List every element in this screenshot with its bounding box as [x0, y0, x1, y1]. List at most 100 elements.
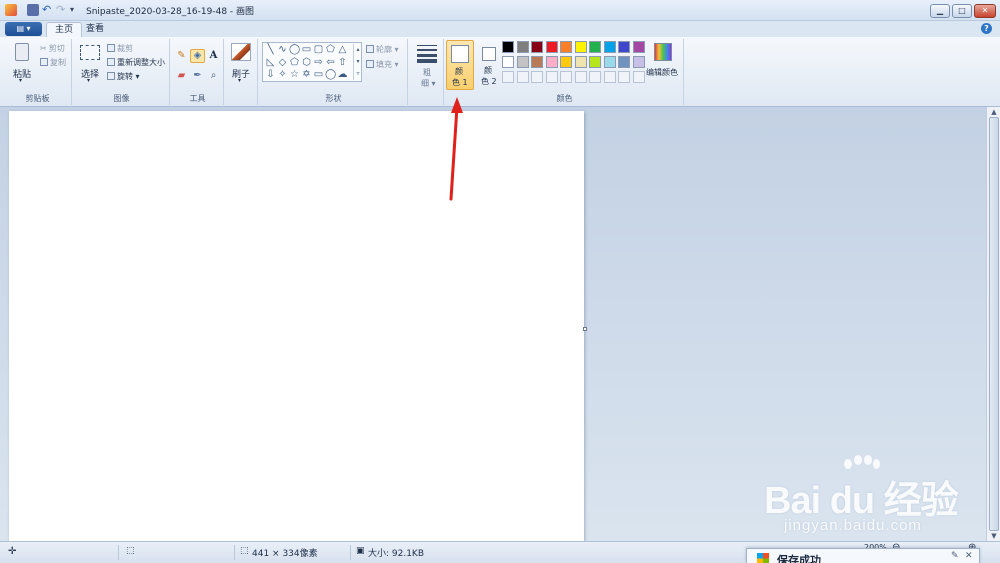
palette-swatch[interactable]: [531, 56, 543, 68]
pentagon-shape-icon[interactable]: ⬠: [289, 58, 300, 69]
toast-close-icon[interactable]: ✕: [965, 551, 973, 561]
callout-oval-shape-icon[interactable]: ◯: [325, 70, 336, 81]
palette-swatch[interactable]: [560, 41, 572, 53]
cut-button[interactable]: ✂ 剪切: [40, 43, 65, 54]
palette-swatch[interactable]: [632, 41, 645, 53]
rectangle-shape-icon[interactable]: ▭: [301, 45, 312, 56]
redo-icon[interactable]: ↷: [56, 4, 68, 16]
brush-button[interactable]: 刷子 ▾: [228, 41, 254, 87]
undo-icon[interactable]: ↶: [42, 4, 54, 16]
down-arrow-shape-icon[interactable]: ⇩: [265, 70, 276, 81]
help-icon[interactable]: ?: [981, 23, 992, 34]
paste-button[interactable]: 粘贴 ▾: [9, 41, 35, 84]
drawing-canvas[interactable]: [9, 111, 584, 541]
palette-swatch[interactable]: [618, 56, 630, 68]
color1-button[interactable]: 颜 色 1: [446, 40, 474, 90]
polygon-shape-icon[interactable]: ⬠: [325, 45, 336, 56]
line-shape-icon[interactable]: ╲: [265, 45, 276, 56]
custom-color-slot[interactable]: [632, 71, 645, 83]
callout-rect-shape-icon[interactable]: ▭: [313, 70, 324, 81]
custom-color-slot[interactable]: [618, 71, 630, 83]
windows-logo-icon: [757, 553, 769, 563]
palette-swatch[interactable]: [545, 56, 558, 68]
four-point-star-shape-icon[interactable]: ✧: [277, 70, 288, 81]
custom-color-slot[interactable]: [531, 71, 543, 83]
tab-view[interactable]: 查看: [78, 22, 112, 37]
scroll-down-icon[interactable]: ▼: [987, 531, 1000, 541]
size-button[interactable]: 粗 细 ▾: [413, 43, 441, 89]
rotate-button[interactable]: 旋转 ▾: [107, 71, 140, 82]
diamond-shape-icon[interactable]: ◇: [277, 58, 288, 69]
rounded-rectangle-shape-icon[interactable]: ▢: [313, 45, 324, 56]
vertical-scrollbar[interactable]: ▲ ▼: [986, 107, 1000, 541]
left-arrow-shape-icon[interactable]: ⇦: [325, 58, 336, 69]
magnifier-icon[interactable]: ⌕: [206, 69, 221, 83]
palette-swatch[interactable]: [560, 56, 572, 68]
custom-color-slot[interactable]: [603, 71, 616, 83]
five-point-star-shape-icon[interactable]: ☆: [289, 70, 300, 81]
quick-access-dropdown-icon[interactable]: ▾: [70, 4, 82, 16]
resize-button[interactable]: 重新调整大小: [107, 57, 165, 68]
right-triangle-shape-icon[interactable]: ◺: [265, 58, 276, 69]
minimize-button[interactable]: ▁: [930, 4, 950, 18]
color-palette: [502, 41, 648, 87]
custom-color-slot[interactable]: [589, 71, 601, 83]
palette-swatch[interactable]: [603, 56, 616, 68]
fill-button[interactable]: 填充 ▾: [366, 59, 399, 70]
tab-home[interactable]: 主页: [46, 22, 83, 37]
up-arrow-shape-icon[interactable]: ⇧: [337, 58, 348, 69]
pencil-icon[interactable]: ✎: [174, 49, 189, 63]
hexagon-shape-icon[interactable]: ⬡: [301, 58, 312, 69]
fill-bucket-icon[interactable]: ◈: [190, 49, 205, 63]
scissors-icon: ✂: [40, 44, 47, 53]
palette-swatch[interactable]: [502, 56, 514, 68]
custom-color-slot[interactable]: [574, 71, 587, 83]
gallery-scroll-icon[interactable]: ▴ ▾ ▿: [353, 44, 362, 80]
window-title: Snipaste_2020-03-28_16-19-48 - 画图: [86, 7, 255, 17]
select-button[interactable]: 选择 ▾: [77, 43, 103, 85]
palette-swatch[interactable]: [502, 41, 514, 53]
color-picker-icon[interactable]: ✒: [190, 69, 205, 83]
custom-color-slot[interactable]: [516, 71, 529, 83]
curve-shape-icon[interactable]: ∿: [277, 45, 288, 56]
copy-button[interactable]: 复制: [40, 57, 66, 68]
palette-swatch[interactable]: [574, 41, 587, 53]
palette-swatch[interactable]: [531, 41, 543, 53]
group-label-clipboard: 剪贴板: [25, 94, 50, 103]
palette-swatch[interactable]: [589, 41, 601, 53]
eraser-icon[interactable]: ▰: [174, 69, 189, 83]
palette-swatch[interactable]: [545, 41, 558, 53]
palette-swatch[interactable]: [632, 56, 645, 68]
right-arrow-shape-icon[interactable]: ⇨: [313, 58, 324, 69]
save-icon[interactable]: [27, 4, 39, 16]
edit-colors-button[interactable]: 编辑颜色: [646, 41, 682, 87]
app-menu-button[interactable]: ▤ ▾: [5, 22, 42, 36]
wrench-icon[interactable]: ✎: [951, 551, 959, 561]
callout-cloud-shape-icon[interactable]: ☁: [337, 70, 348, 81]
crop-button[interactable]: 裁剪: [107, 43, 133, 54]
scrollbar-thumb[interactable]: [989, 117, 999, 531]
custom-color-slot[interactable]: [545, 71, 558, 83]
chevron-down-icon: ▾: [87, 77, 91, 84]
six-point-star-shape-icon[interactable]: ✡: [301, 70, 312, 81]
canvas-resize-handle-right[interactable]: [583, 327, 587, 331]
color2-button[interactable]: 颜 色 2: [477, 40, 503, 90]
triangle-shape-icon[interactable]: △: [337, 45, 348, 56]
scroll-up-icon[interactable]: ▲: [987, 107, 1000, 117]
palette-swatch[interactable]: [516, 56, 529, 68]
text-icon[interactable]: A: [206, 49, 221, 63]
custom-color-slot[interactable]: [560, 71, 572, 83]
selection-size-icon: ⬚: [126, 546, 135, 556]
outline-button[interactable]: 轮廓 ▾: [366, 44, 399, 55]
maximize-button[interactable]: □: [952, 4, 972, 18]
oval-shape-icon[interactable]: ◯: [289, 45, 300, 56]
close-button[interactable]: ✕: [974, 4, 996, 18]
color-spectrum-icon: [654, 43, 672, 61]
palette-swatch[interactable]: [618, 41, 630, 53]
palette-swatch[interactable]: [516, 41, 529, 53]
custom-color-slot[interactable]: [502, 71, 514, 83]
palette-swatch[interactable]: [574, 56, 587, 68]
toast-text: 保存成功: [777, 554, 821, 563]
palette-swatch[interactable]: [589, 56, 601, 68]
palette-swatch[interactable]: [603, 41, 616, 53]
